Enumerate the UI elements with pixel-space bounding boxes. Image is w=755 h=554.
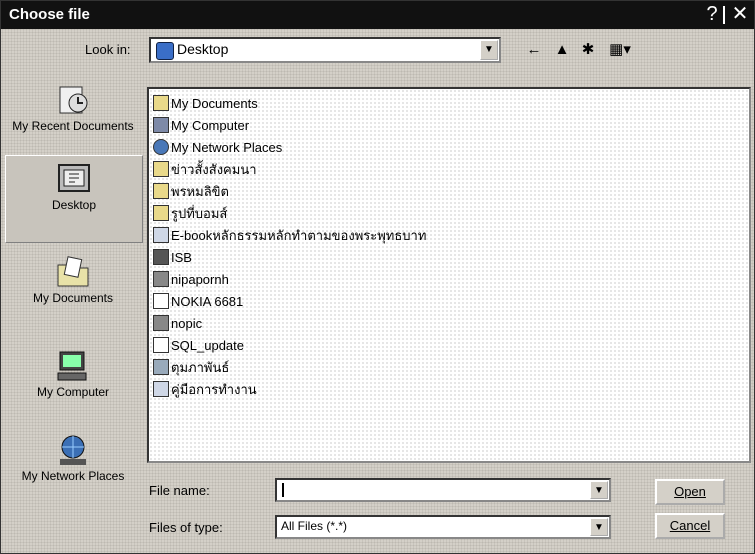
list-item[interactable]: ตุมภาพันธ์ bbox=[153, 357, 229, 378]
list-item[interactable]: SQL_update bbox=[153, 335, 244, 356]
network-places-icon bbox=[60, 435, 86, 465]
shortcut-icon bbox=[153, 249, 169, 265]
help-button[interactable]: ? bbox=[701, 3, 723, 25]
back-icon[interactable]: ← bbox=[523, 40, 545, 60]
views-menu-icon[interactable]: ▦▾ bbox=[605, 40, 635, 60]
shortcut-icon bbox=[153, 359, 169, 375]
look-in-value: Desktop bbox=[177, 41, 229, 57]
open-button[interactable]: Open bbox=[655, 479, 725, 505]
choose-file-dialog: Choose file ? ✕ Look in: Desktop ▼ ← ▲ ✱… bbox=[0, 0, 755, 554]
my-computer-icon bbox=[57, 351, 87, 381]
title-separator bbox=[723, 6, 725, 24]
place-label: My Network Places bbox=[21, 469, 125, 483]
list-item[interactable]: nopic bbox=[153, 313, 202, 334]
file-type-label: Files of type: bbox=[149, 520, 223, 535]
document-icon bbox=[153, 227, 169, 243]
list-item[interactable]: nipapornh bbox=[153, 269, 229, 290]
look-in-label: Look in: bbox=[85, 42, 131, 57]
folder-icon bbox=[153, 183, 169, 199]
desktop-icon bbox=[156, 42, 174, 60]
file-name-label: File name: bbox=[149, 483, 210, 498]
place-desktop[interactable]: Desktop bbox=[5, 155, 143, 243]
list-item[interactable]: รูปที่บอมส์ bbox=[153, 203, 227, 224]
place-my-computer[interactable]: My Computer bbox=[5, 349, 141, 399]
place-my-network-places[interactable]: My Network Places bbox=[5, 433, 141, 483]
chevron-down-icon[interactable]: ▼ bbox=[590, 481, 608, 499]
file-type-value: All Files (*.*) bbox=[281, 519, 348, 533]
place-label: My Recent Documents bbox=[12, 119, 134, 133]
dialog-title: Choose file bbox=[9, 6, 90, 23]
place-my-recent-documents[interactable]: My Recent Documents bbox=[5, 83, 141, 133]
file-name-input[interactable]: ▼ bbox=[275, 478, 611, 502]
place-label: My Computer bbox=[36, 385, 110, 399]
new-folder-icon[interactable]: ✱ bbox=[577, 40, 599, 60]
title-bar[interactable]: Choose file ? ✕ bbox=[1, 1, 754, 29]
cancel-button[interactable]: Cancel bbox=[655, 513, 725, 539]
list-item[interactable]: คู่มือการทำงาน bbox=[153, 379, 257, 400]
look-in-dropdown[interactable]: Desktop ▼ bbox=[149, 37, 501, 63]
list-item[interactable]: My Network Places bbox=[153, 137, 282, 158]
music-file-icon bbox=[153, 293, 169, 309]
place-label: My Documents bbox=[32, 291, 114, 305]
list-item[interactable]: ISB bbox=[153, 247, 192, 268]
document-icon bbox=[153, 381, 169, 397]
text-file-icon bbox=[153, 337, 169, 353]
file-list[interactable]: My Documents My Computer My Network Plac… bbox=[147, 87, 751, 463]
places-bar: My Recent Documents Desktop My Documents… bbox=[1, 73, 147, 553]
network-icon bbox=[153, 139, 169, 155]
folder-icon bbox=[153, 205, 169, 221]
image-file-icon bbox=[153, 271, 169, 287]
chevron-down-icon[interactable]: ▼ bbox=[480, 40, 498, 60]
computer-icon bbox=[153, 117, 169, 133]
list-item[interactable]: ข่าวสั้งสังคมนา bbox=[153, 159, 257, 180]
chevron-down-icon[interactable]: ▼ bbox=[590, 518, 608, 536]
recent-documents-icon bbox=[59, 86, 88, 114]
close-button[interactable]: ✕ bbox=[729, 3, 751, 25]
list-item[interactable]: NOKIA 6681 bbox=[153, 291, 243, 312]
list-item[interactable]: My Computer bbox=[153, 115, 249, 136]
place-my-documents[interactable]: My Documents bbox=[5, 255, 141, 305]
place-label: Desktop bbox=[51, 198, 97, 212]
my-documents-icon bbox=[57, 256, 89, 287]
up-folder-icon[interactable]: ▲ bbox=[551, 40, 573, 60]
text-cursor bbox=[282, 483, 284, 497]
folder-icon bbox=[153, 161, 169, 177]
list-item[interactable]: E-bookหลักธรรมหลักทำตามของพระพุทธบาท bbox=[153, 225, 426, 246]
desktop-icon bbox=[58, 164, 90, 192]
list-item[interactable]: My Documents bbox=[153, 93, 258, 114]
file-type-dropdown[interactable]: All Files (*.*) ▼ bbox=[275, 515, 611, 539]
list-item[interactable]: พรหมลิขิต bbox=[153, 181, 229, 202]
image-file-icon bbox=[153, 315, 169, 331]
folder-icon bbox=[153, 95, 169, 111]
